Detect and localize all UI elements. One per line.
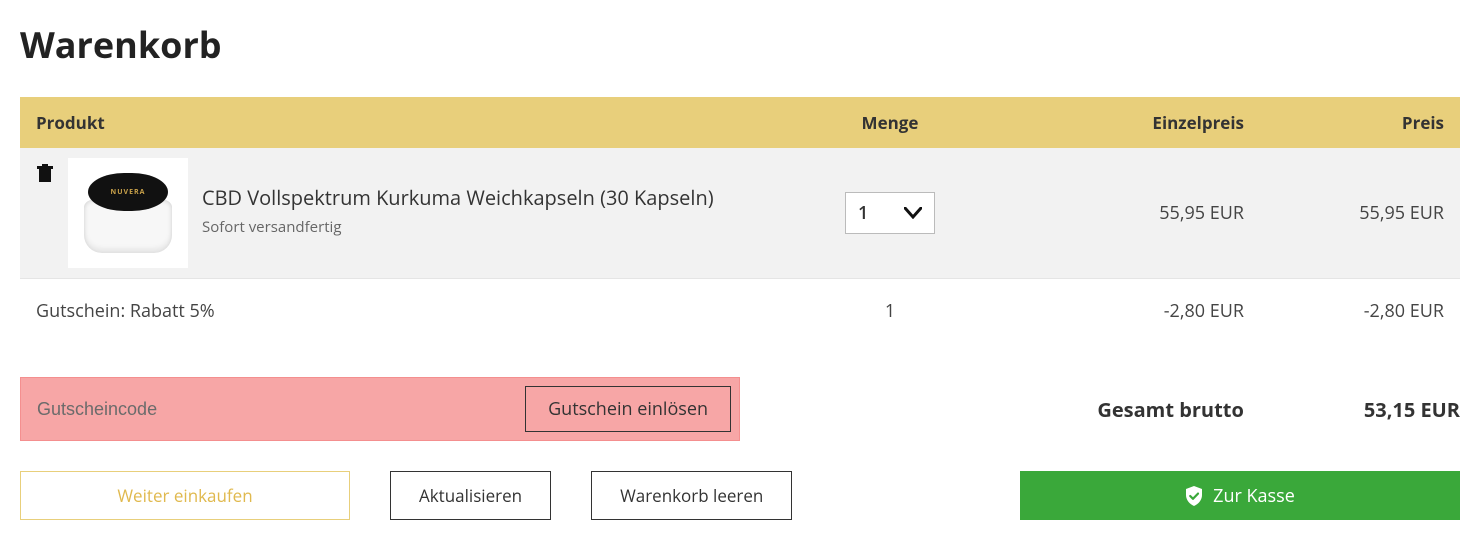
col-header-product: Produkt bbox=[20, 97, 800, 148]
product-unit-price: 55,95 EUR bbox=[980, 148, 1260, 279]
col-header-price: Preis bbox=[1260, 97, 1460, 148]
coupon-line-price: -2,80 EUR bbox=[1260, 279, 1460, 344]
checkout-label: Zur Kasse bbox=[1213, 484, 1295, 508]
col-header-qty: Menge bbox=[800, 97, 980, 148]
cart-row-coupon: Gutschein: Rabatt 5% 1 -2,80 EUR -2,80 E… bbox=[20, 279, 1460, 344]
totals: Gesamt brutto 53,15 EUR bbox=[1097, 396, 1460, 423]
quantity-select[interactable]: 1 bbox=[845, 192, 935, 234]
continue-shopping-button[interactable]: Weiter einkaufen bbox=[20, 471, 350, 520]
total-value: 53,15 EUR bbox=[1364, 396, 1460, 423]
col-header-unit-price: Einzelpreis bbox=[980, 97, 1260, 148]
coupon-line-unit-price: -2,80 EUR bbox=[980, 279, 1260, 344]
product-stock: Sofort versandfertig bbox=[202, 217, 714, 237]
product-price: 55,95 EUR bbox=[1260, 148, 1460, 279]
product-brand: NUVERA bbox=[88, 173, 167, 211]
cart-row-product: NUVERA CBD Vollspektrum Kurkuma Weichkap… bbox=[20, 148, 1460, 279]
total-label: Gesamt brutto bbox=[1097, 396, 1243, 423]
coupon-line-label: Gutschein: Rabatt 5% bbox=[20, 279, 800, 344]
coupon-code-input[interactable] bbox=[29, 386, 525, 432]
checkout-button[interactable]: Zur Kasse bbox=[1020, 471, 1460, 520]
product-name[interactable]: CBD Vollspektrum Kurkuma Weichkapseln (3… bbox=[202, 184, 714, 211]
cart-table: Produkt Menge Einzelpreis Preis NUVERA bbox=[20, 97, 1460, 343]
redeem-coupon-button[interactable]: Gutschein einlösen bbox=[525, 386, 731, 432]
product-image: NUVERA bbox=[68, 158, 188, 268]
page-title: Warenkorb bbox=[20, 20, 1460, 69]
chevron-down-icon bbox=[904, 201, 922, 225]
coupon-line-qty: 1 bbox=[800, 279, 980, 344]
clear-cart-button[interactable]: Warenkorb leeren bbox=[591, 471, 792, 520]
quantity-value: 1 bbox=[858, 201, 868, 225]
shield-check-icon bbox=[1185, 486, 1203, 506]
coupon-box: Gutschein einlösen bbox=[20, 377, 740, 441]
update-cart-button[interactable]: Aktualisieren bbox=[390, 471, 551, 520]
delete-icon[interactable] bbox=[36, 164, 54, 189]
